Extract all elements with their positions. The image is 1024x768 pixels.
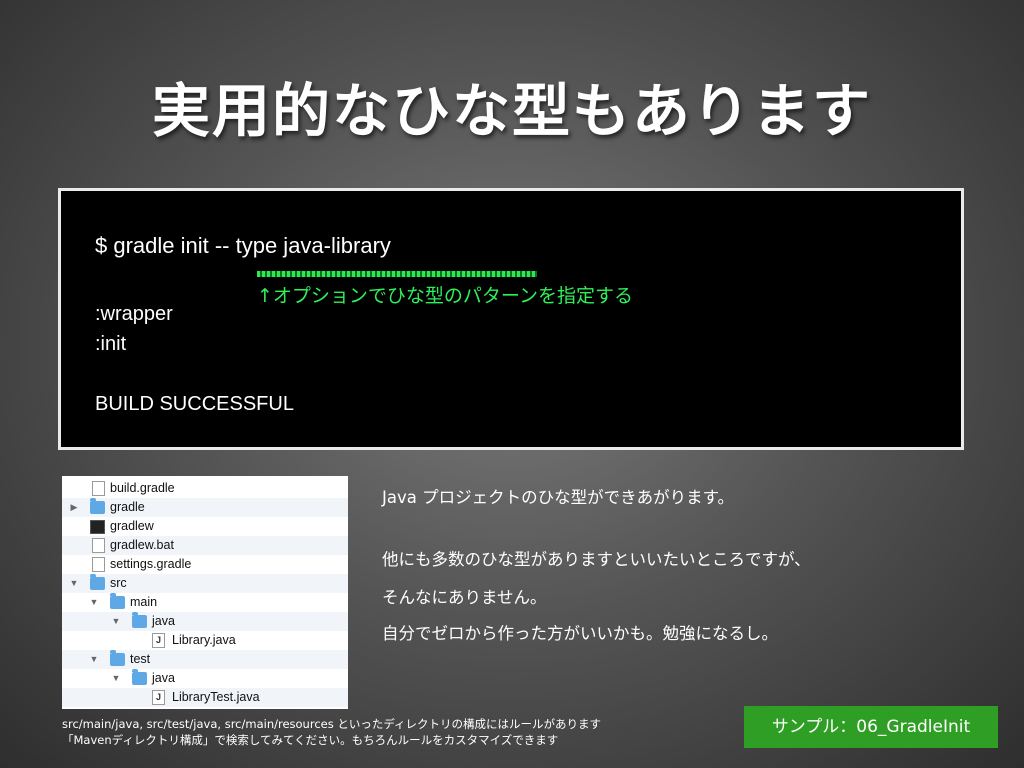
disclosure-down-icon[interactable]: ▼ (68, 574, 80, 593)
folder-icon (132, 669, 147, 685)
terminal-line-init: :init (95, 333, 127, 355)
tree-item-label: gradlew (110, 519, 154, 533)
tree-row[interactable]: gradlew.bat (62, 536, 348, 555)
folder-icon (132, 612, 147, 628)
option-annotation: ↑オプションでひな型のパターンを指定する (257, 285, 633, 307)
description-line: 他にも多数のひな型がありますといいたいところですが、 (382, 550, 811, 569)
tree-row[interactable]: J LibraryTest.java (62, 688, 348, 707)
terminal-command: $ gradle init -- type java-library (95, 233, 391, 258)
tree-row[interactable]: ▼ test (62, 650, 348, 669)
folder-icon (90, 498, 105, 514)
tree-item-label: build.gradle (110, 481, 175, 495)
terminal-line-build: BUILD SUCCESSFUL (95, 393, 294, 415)
sample-badge: サンプル：06_GradleInit (744, 706, 998, 748)
disclosure-down-icon[interactable]: ▼ (88, 650, 100, 669)
terminal-panel: $ gradle init -- type java-library ↑オプショ… (58, 188, 964, 450)
footer-note: src/main/java, src/test/java, src/main/r… (62, 717, 602, 731)
tree-item-label: java (152, 671, 175, 685)
option-underline (257, 271, 537, 277)
java-file-icon: J (152, 690, 165, 705)
tree-item-label: gradle (110, 500, 145, 514)
tree-row[interactable]: ▼ src (62, 574, 348, 593)
tree-item-label: main (130, 595, 158, 609)
tree-item-label: LibraryTest.java (172, 690, 260, 704)
terminal-exec-icon (90, 520, 105, 534)
tree-item-label: Library.java (172, 633, 236, 647)
folder-icon (110, 593, 125, 609)
disclosure-down-icon[interactable]: ▼ (110, 612, 122, 631)
terminal-line-wrapper: :wrapper (95, 303, 173, 325)
description-line: Java プロジェクトのひな型ができあがります。 (382, 488, 734, 507)
tree-item-label: java (152, 614, 175, 628)
folder-icon (90, 574, 105, 590)
tree-item-label: src (110, 576, 127, 590)
tree-row[interactable]: ▼ java (62, 612, 348, 631)
footer-note: 「Mavenディレクトリ構成」で検索してみてください。もちろんルールをカスタマイ… (62, 733, 559, 747)
folder-icon (110, 650, 125, 666)
java-file-icon: J (152, 633, 165, 648)
file-icon (92, 538, 105, 553)
tree-item-label: gradlew.bat (110, 538, 174, 552)
disclosure-down-icon[interactable]: ▼ (88, 593, 100, 612)
tree-item-label: test (130, 652, 151, 666)
description-line: 自分でゼロから作った方がいいかも。勉強になるし。 (382, 624, 778, 643)
disclosure-down-icon[interactable]: ▼ (110, 669, 122, 688)
project-file-tree: build.gradle ▶ gradle gradlew gradlew.ba… (62, 476, 348, 709)
disclosure-right-icon[interactable]: ▶ (68, 498, 80, 517)
file-icon (92, 557, 105, 572)
description-line: そんなにありません。 (382, 588, 547, 607)
tree-item-label: settings.gradle (110, 557, 192, 571)
file-icon (92, 481, 105, 496)
tree-row[interactable]: ▶ gradle (62, 498, 348, 517)
slide-title: 実用的なひな型もあります (151, 77, 872, 145)
